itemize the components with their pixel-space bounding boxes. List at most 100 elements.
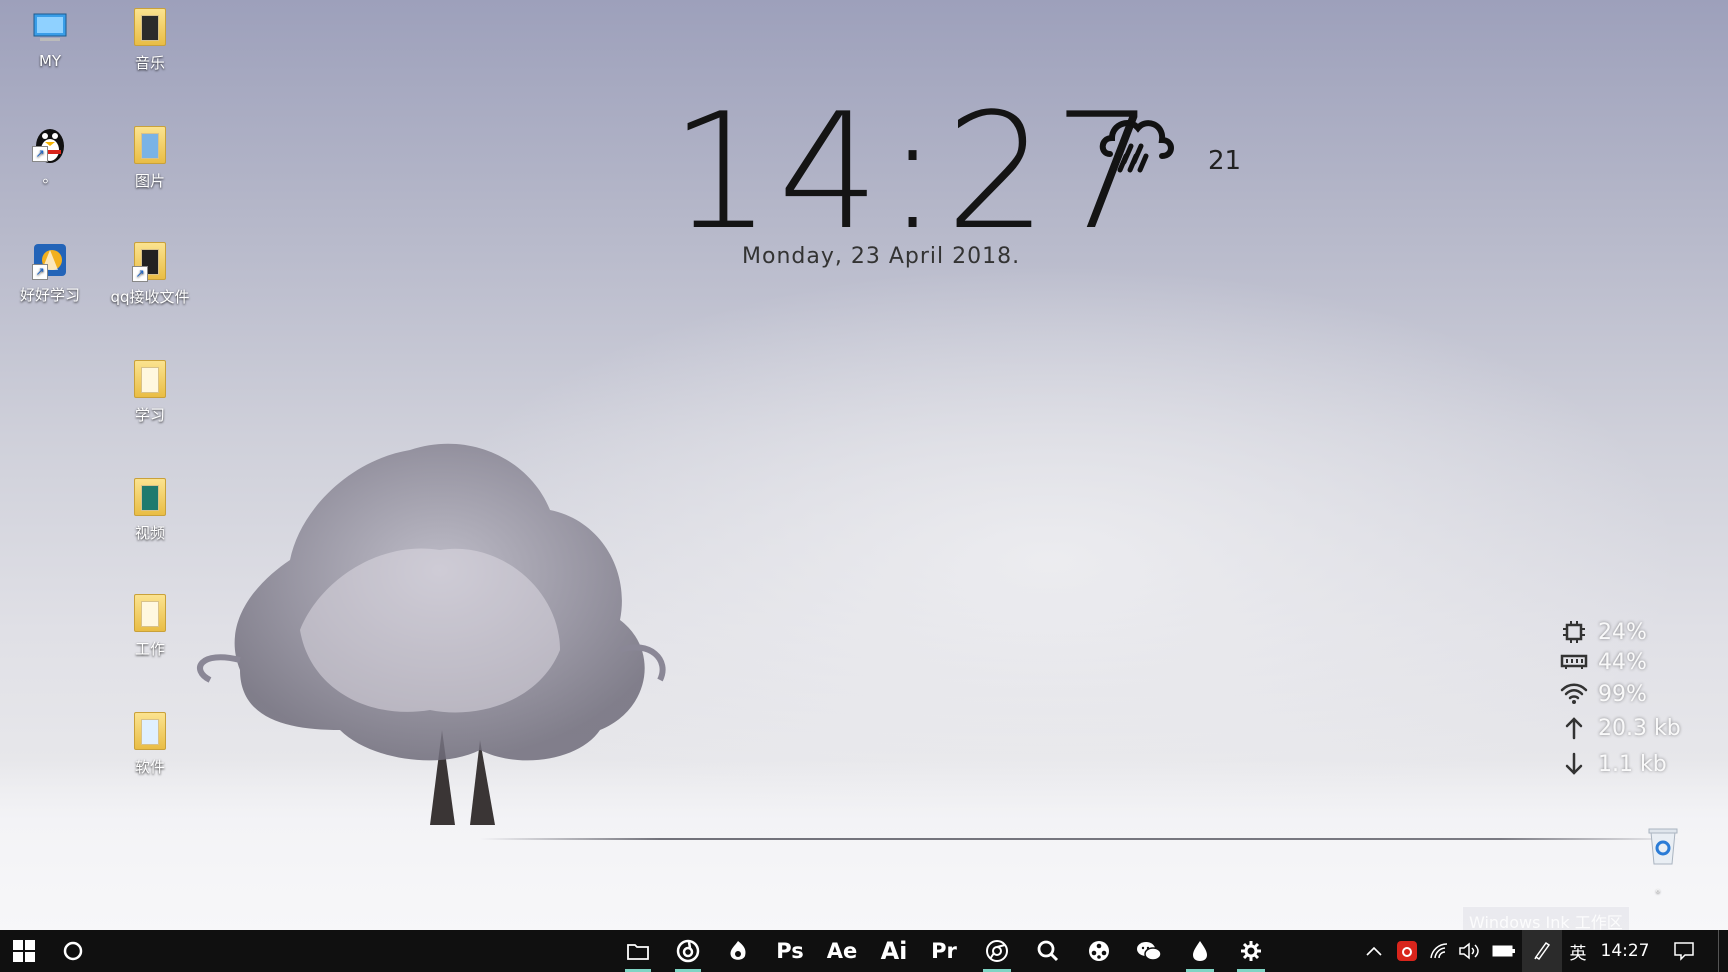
desktop-icon-study-app[interactable]: ↗ 好好学习	[2, 240, 98, 305]
taskbar: Ps Ae Ai Pr 英 14:27	[0, 930, 1728, 972]
upload-value: 20.3 kb	[1598, 715, 1681, 741]
stat-upload: 20.3 kb	[1560, 714, 1681, 742]
taskbar-netease-music[interactable]	[667, 930, 709, 972]
taskbar-photoshop[interactable]: Ps	[768, 930, 812, 972]
pen-icon	[1534, 941, 1551, 961]
wifi-value: 99%	[1598, 681, 1647, 707]
taskbar-wechat[interactable]	[1127, 930, 1171, 972]
chevron-up-icon	[1366, 946, 1382, 956]
desktop-icon-label: 视频	[134, 524, 165, 542]
tray-volume[interactable]	[1456, 930, 1482, 972]
network-icon	[1430, 943, 1448, 959]
tray-windows-ink[interactable]	[1522, 930, 1562, 972]
netease-music-icon	[676, 939, 700, 963]
show-desktop-button[interactable]	[1718, 930, 1725, 972]
folder-icon	[130, 360, 170, 400]
tray-overflow-button[interactable]	[1362, 930, 1386, 972]
tray-time: 14:27	[1600, 941, 1650, 961]
desktop-icon-this-pc[interactable]: MY	[2, 8, 98, 70]
arrow-up-icon	[1560, 715, 1588, 741]
taskbar-after-effects[interactable]: Ae	[820, 930, 864, 972]
temperature: 21	[1208, 146, 1242, 176]
snowy-tree	[197, 443, 666, 825]
tray-ime[interactable]: 英	[1564, 930, 1592, 972]
tray-clock[interactable]: 14:27	[1596, 930, 1654, 972]
cortana-circle-icon	[63, 941, 83, 961]
taskbar-illustrator[interactable]: Ai	[872, 930, 916, 972]
photoshop-label: Ps	[776, 939, 804, 963]
cpu-icon	[1560, 619, 1588, 645]
desktop-icon-label: 好好学习	[19, 286, 80, 304]
clock-time: 14:27	[670, 78, 1162, 265]
tray-netease-music[interactable]	[1394, 930, 1420, 972]
study-app-icon: ↗	[30, 240, 70, 280]
desktop-icon-qq[interactable]: ↗ 。	[2, 122, 98, 187]
taskbar-settings[interactable]	[1229, 930, 1273, 972]
recycle-bin-icon[interactable]	[1646, 826, 1680, 866]
battery-icon	[1492, 945, 1515, 957]
videos-folder-icon	[130, 478, 170, 518]
taskbar-search-app[interactable]	[1026, 930, 1070, 972]
search-app-icon	[1037, 940, 1059, 962]
desktop-icon-label: 音乐	[134, 54, 165, 72]
music-folder-icon	[130, 8, 170, 48]
taskbar-video-player[interactable]	[1077, 930, 1121, 972]
action-center-button[interactable]	[1664, 930, 1704, 972]
ram-value: 44%	[1598, 649, 1647, 675]
video-player-icon	[1089, 941, 1109, 961]
stat-cpu: 24%	[1560, 618, 1647, 646]
taskbar-chrome[interactable]	[975, 930, 1019, 972]
desktop-icon-qq-files[interactable]: ↗ qq接收文件	[102, 242, 198, 307]
file-explorer-icon	[627, 944, 649, 960]
taskbar-qq-browser[interactable]	[717, 930, 759, 972]
rain-cloud-icon	[1099, 120, 1174, 173]
desktop-icon-label: 学习	[134, 406, 165, 424]
ime-label: 英	[1569, 943, 1587, 964]
desktop-icon-label: 工作	[134, 640, 165, 658]
arrow-down-icon	[1560, 751, 1588, 777]
tray-network[interactable]	[1426, 930, 1452, 972]
desktop-icon-work[interactable]: 工作	[102, 594, 198, 659]
download-value: 1.1 kb	[1598, 751, 1667, 777]
folder-icon	[130, 594, 170, 634]
desktop-icon-study-folder[interactable]: 学习	[102, 360, 198, 425]
stat-wifi: 99%	[1560, 680, 1647, 708]
taskbar-water-drop-app[interactable]	[1178, 930, 1222, 972]
notification-icon	[1674, 942, 1694, 961]
recycle-bin-label: 。	[1656, 884, 1666, 895]
netease-tray-icon	[1397, 941, 1417, 961]
cpu-value: 24%	[1598, 619, 1647, 645]
desktop-icon-label: qq接收文件	[110, 288, 190, 306]
desktop-icon-music[interactable]: 音乐	[102, 8, 198, 73]
settings-icon	[1241, 941, 1261, 961]
qq-penguin-icon: ↗	[30, 122, 70, 163]
ram-icon	[1560, 649, 1588, 675]
desktop-icon-pictures[interactable]: 图片	[102, 126, 198, 191]
software-folder-icon	[130, 712, 170, 752]
volume-icon	[1459, 942, 1479, 960]
desktop-icon-videos[interactable]: 视频	[102, 478, 198, 543]
taskbar-file-explorer[interactable]	[617, 930, 659, 972]
water-drop-icon	[1193, 941, 1207, 961]
desktop-icon-software[interactable]: 软件	[102, 712, 198, 777]
desktop-icon-label: 。	[42, 168, 58, 186]
cortana-button[interactable]	[52, 930, 94, 972]
wechat-icon	[1137, 942, 1162, 961]
windows-logo-icon	[13, 940, 35, 962]
start-button[interactable]	[0, 930, 48, 972]
tray-battery[interactable]	[1490, 930, 1518, 972]
premiere-label: Pr	[931, 939, 957, 963]
stat-ram: 44%	[1560, 648, 1647, 676]
stat-download: 1.1 kb	[1560, 750, 1667, 778]
wifi-icon	[1560, 681, 1588, 707]
desktop-icon-label: 软件	[134, 758, 165, 776]
after-effects-label: Ae	[826, 939, 858, 963]
illustrator-label: Ai	[880, 937, 908, 965]
qq-files-folder-icon: ↗	[130, 242, 170, 282]
desktop-icon-label: 图片	[134, 172, 165, 190]
chrome-icon	[986, 940, 1008, 962]
desktop-icon-label: MY	[38, 52, 62, 70]
qq-browser-icon	[730, 941, 746, 960]
clock-date: Monday, 23 April 2018.	[742, 244, 1021, 269]
taskbar-premiere[interactable]: Pr	[922, 930, 966, 972]
